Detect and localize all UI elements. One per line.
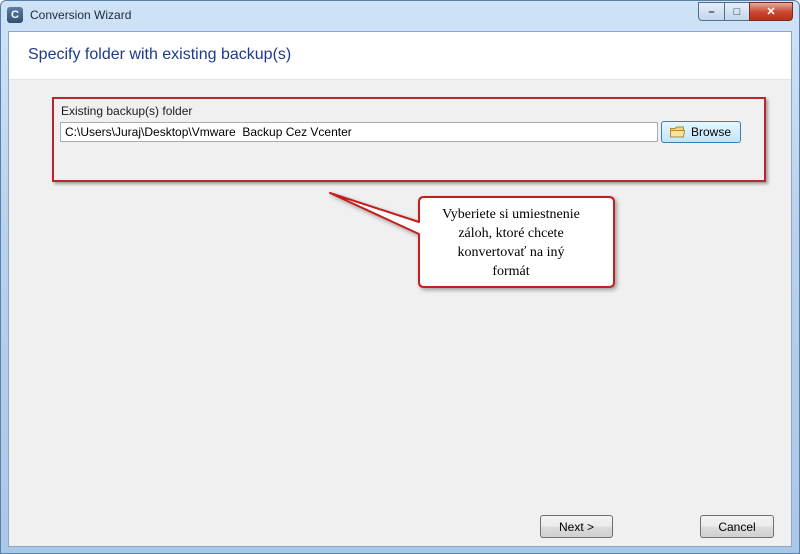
caption-buttons: – □ ✕	[698, 2, 793, 21]
next-button[interactable]: Next >	[540, 515, 613, 538]
maximize-button[interactable]: □	[724, 2, 749, 21]
cancel-button[interactable]: Cancel	[700, 515, 774, 538]
app-logo-icon: C	[7, 7, 23, 23]
wizard-client-area: Specify folder with existing backup(s) E…	[8, 31, 792, 547]
callout-text: Vyberiete si umiestnenie záloh, ktoré ch…	[421, 205, 601, 281]
close-button[interactable]: ✕	[749, 2, 793, 21]
window-title: Conversion Wizard	[30, 8, 132, 22]
callout-line: záloh, ktoré chcete	[458, 226, 564, 241]
title-bar[interactable]: C Conversion Wizard – □ ✕	[1, 1, 799, 31]
callout-line: formát	[492, 264, 530, 279]
callout-balloon	[329, 192, 615, 288]
callout-line: konvertovať na iný	[457, 245, 565, 260]
conversion-wizard-window: C Conversion Wizard – □ ✕ Specify folder…	[0, 0, 800, 554]
callout-line: Vyberiete si umiestnenie	[442, 207, 580, 222]
minimize-button[interactable]: –	[698, 2, 724, 21]
